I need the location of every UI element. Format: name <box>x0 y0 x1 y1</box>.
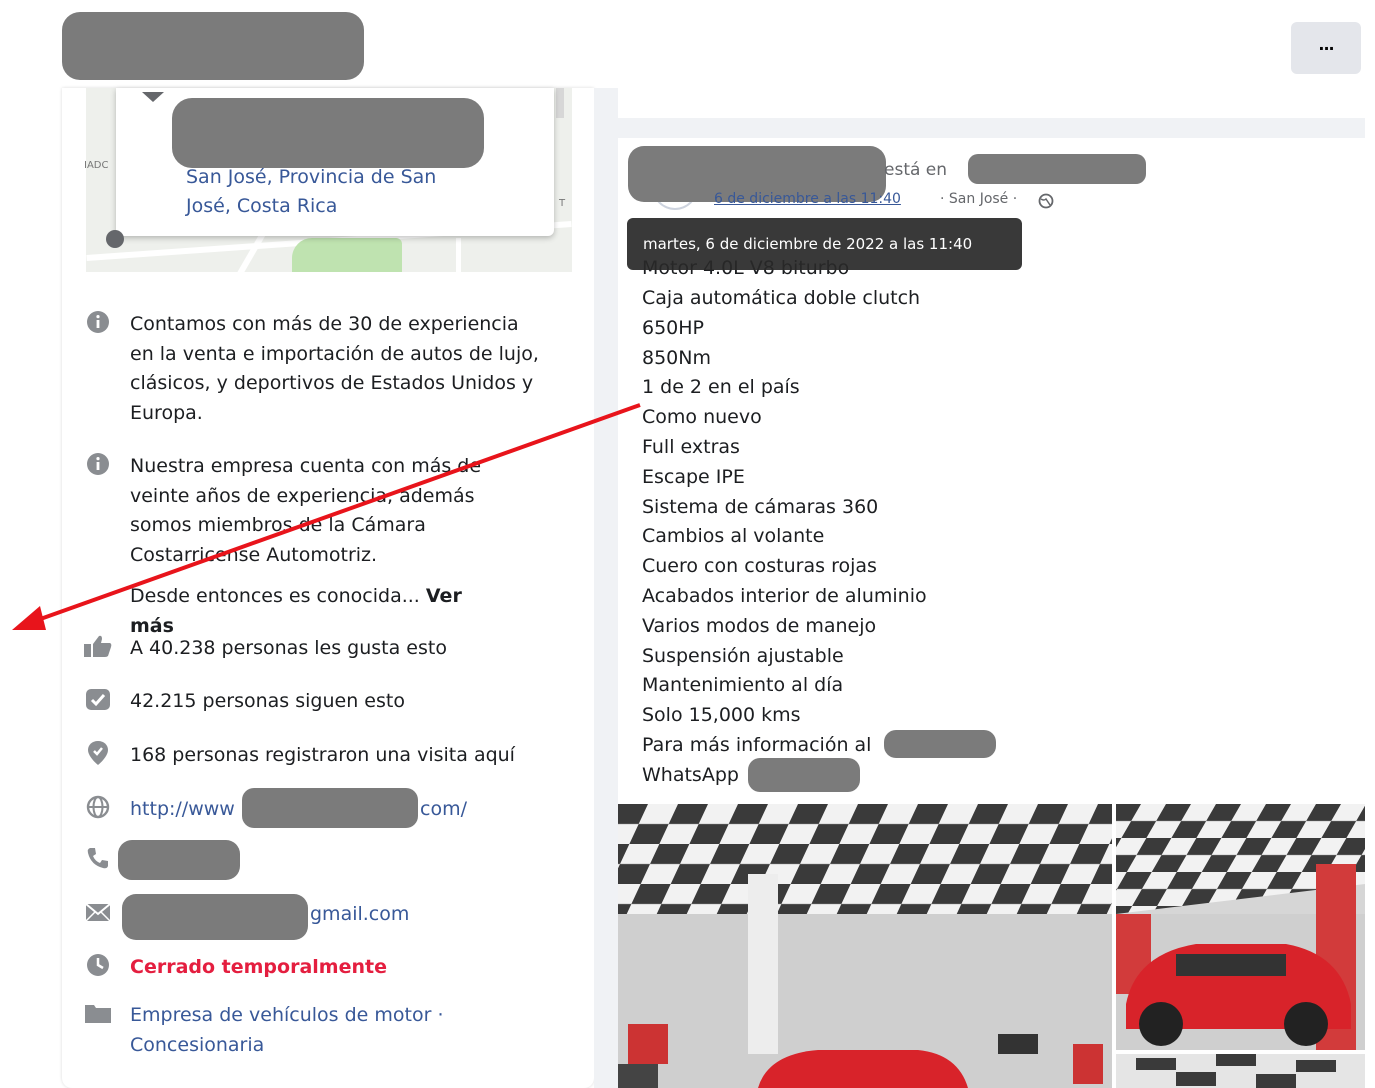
map-marker-icon <box>106 230 124 248</box>
intro-text-2: Nuestra empresa cuenta con más de veinte… <box>130 455 482 566</box>
chevron-down-icon[interactable] <box>142 92 164 102</box>
post-line: Cambios al volante <box>642 525 825 548</box>
map-address-link[interactable]: San José, Provincia de San José, Costa R… <box>186 163 486 221</box>
post-line: 850Nm <box>642 346 711 369</box>
post-line: Sistema de cámaras 360 <box>642 495 879 518</box>
intro-more-text: Desde entonces es conocida... <box>130 585 420 607</box>
globe-privacy-icon <box>1038 193 1054 213</box>
folder-icon <box>82 1001 114 1025</box>
more-options-button[interactable]: ··· <box>1291 22 1361 74</box>
redacted-phone <box>118 840 240 880</box>
redacted-email <box>122 894 308 940</box>
hours-row: Cerrado temporalmente <box>82 953 387 983</box>
post-line: Escape IPE <box>642 465 745 488</box>
post-body-text: Caja automática doble clutch 650HP 850Nm… <box>642 284 927 791</box>
post-line: Suspensión ajustable <box>642 644 844 667</box>
intro-text-more: Desde entonces es conocida... Ver más <box>130 582 510 641</box>
intro-text-1: Contamos con más de 30 de experiencia en… <box>130 313 539 424</box>
phone-icon <box>82 846 114 870</box>
followers-count-text: 42.215 personas siguen esto <box>130 690 405 712</box>
map-edge-label-right: T <box>559 198 566 209</box>
intro-description-row-2: Nuestra empresa cuenta con más de veinte… <box>82 452 510 641</box>
followers-row: 42.215 personas siguen esto <box>82 687 405 717</box>
likes-row: A 40.238 personas les gusta esto <box>82 634 447 664</box>
post-line: Como nuevo <box>642 406 762 429</box>
category-row: Empresa de vehículos de motor · Concesio… <box>82 1001 490 1060</box>
info-circle-icon <box>82 310 114 334</box>
post-line: Mantenimiento al día <box>642 674 844 697</box>
category-link[interactable]: Empresa de vehículos de motor · Concesio… <box>130 1001 490 1060</box>
post-line: Full extras <box>642 435 740 458</box>
intro-text-2-block: Nuestra empresa cuenta con más de veinte… <box>130 452 510 641</box>
post-line: Cuero con costuras rojas <box>642 555 877 578</box>
website-link[interactable]: http://www <box>130 795 235 825</box>
post-photo-side-top[interactable] <box>1116 804 1365 1050</box>
post-author-suffix: está en <box>884 160 948 180</box>
redacted-location-name <box>968 154 1146 184</box>
globe-icon <box>82 795 114 819</box>
post-photo-main[interactable] <box>618 804 1112 1088</box>
checkins-row: 168 personas registraron una visita aquí <box>82 741 515 771</box>
post-line: Acabados interior de aluminio <box>642 584 927 607</box>
post-line: Varios modos de manejo <box>642 614 877 637</box>
info-circle-icon <box>82 452 114 476</box>
map-pin-icon <box>82 741 114 765</box>
post-line: 650HP <box>642 316 705 339</box>
redacted-page-name <box>62 12 364 80</box>
email-suffix[interactable]: gmail.com <box>310 900 409 930</box>
clock-icon <box>82 953 114 977</box>
post-location-text: · San José · <box>940 191 1018 207</box>
website-row: http://www <box>82 795 235 825</box>
post-line: Caja automática doble clutch <box>642 287 921 309</box>
likes-count-text: A 40.238 personas les gusta esto <box>130 637 447 659</box>
website-suffix[interactable]: com/ <box>420 795 467 825</box>
checkmark-box-icon <box>82 687 114 711</box>
redacted-website <box>242 788 418 828</box>
envelope-icon <box>82 900 114 924</box>
map-edge-label-left: IADC <box>84 160 109 171</box>
hours-status-text: Cerrado temporalmente <box>130 956 387 978</box>
feed-gap <box>618 118 1365 138</box>
date-tooltip: martes, 6 de diciembre de 2022 a las 11:… <box>627 218 1022 270</box>
column-gutter <box>594 88 618 1088</box>
post-line: Solo 15,000 kms <box>642 704 801 727</box>
previous-post-bottom <box>618 88 1365 118</box>
checkins-count-text: 168 personas registraron una visita aquí <box>130 744 515 766</box>
website-prefix: http://www <box>130 798 235 820</box>
post-date-link[interactable]: 6 de diciembre a las 11:40 <box>714 191 901 207</box>
intro-description-row: Contamos con más de 30 de experiencia en… <box>82 310 540 428</box>
redacted-contact-number <box>884 730 996 758</box>
post-photo-side-bottom[interactable] <box>1116 1054 1365 1088</box>
redacted-whatsapp-number <box>748 758 860 792</box>
post-line: 1 de 2 en el país <box>642 376 800 399</box>
thumbs-up-icon <box>82 634 114 658</box>
redacted-business-name <box>172 98 484 168</box>
